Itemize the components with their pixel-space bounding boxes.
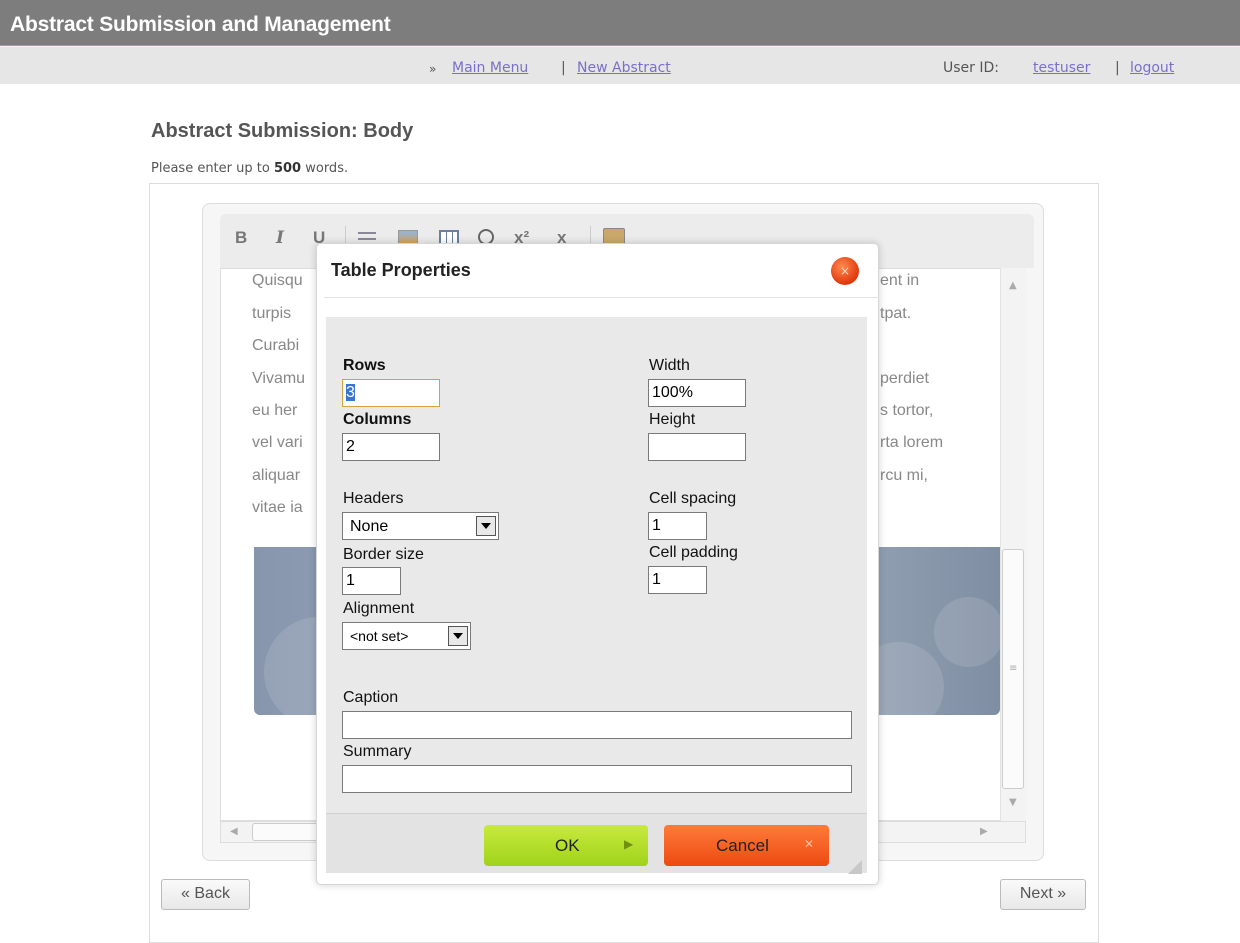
editor-text-line-right: s tortor, xyxy=(880,402,934,419)
page-title: Abstract Submission: Body xyxy=(151,120,414,142)
scroll-grip-icon: ≡ xyxy=(1009,663,1018,674)
caption-input[interactable] xyxy=(342,711,852,739)
editor-text-line-right: ent in xyxy=(880,272,920,289)
editor-text-line: turpis xyxy=(252,305,292,322)
scroll-down-icon[interactable]: ▼ xyxy=(1009,797,1017,808)
image-bubble xyxy=(934,597,1000,667)
nav-prefix: » xyxy=(429,62,437,76)
border-size-label: Border size xyxy=(343,546,424,563)
dropdown-arrow-icon[interactable] xyxy=(448,626,468,646)
ok-button[interactable]: OK ▶ xyxy=(484,825,648,866)
next-button[interactable]: Next » xyxy=(1000,879,1086,910)
cancel-button-label: Cancel xyxy=(716,836,769,855)
alignment-select[interactable]: <not set> xyxy=(342,622,471,650)
editor-text-line-right: rcu mi, xyxy=(880,467,928,484)
columns-input[interactable]: 2 xyxy=(342,433,440,461)
cell-spacing-input[interactable]: 1 xyxy=(648,512,707,540)
alignment-selected-value: <not set> xyxy=(350,628,409,644)
editor-text-line-right: tpat. xyxy=(880,305,912,322)
user-id-label: User ID: xyxy=(943,60,999,76)
instruction-suffix: words. xyxy=(305,161,349,176)
border-size-input[interactable]: 1 xyxy=(342,567,401,595)
width-input[interactable]: 100% xyxy=(648,379,746,407)
close-x-icon: ✕ xyxy=(804,837,815,851)
resize-grip-icon[interactable] xyxy=(848,860,862,874)
cell-padding-input[interactable]: 1 xyxy=(648,566,707,594)
cancel-button[interactable]: Cancel ✕ xyxy=(664,825,829,866)
editor-text-line: eu her xyxy=(252,402,298,419)
dropdown-arrow-icon[interactable] xyxy=(476,516,496,536)
close-icon[interactable]: × xyxy=(831,257,859,285)
scroll-right-icon[interactable]: ▶ xyxy=(980,826,988,837)
main-menu-link[interactable]: Main Menu xyxy=(452,60,528,76)
bold-icon[interactable]: B xyxy=(235,228,247,248)
nav-separator: | xyxy=(561,60,566,76)
width-label: Width xyxy=(649,357,690,374)
columns-label: Columns xyxy=(343,411,412,428)
ok-button-label: OK xyxy=(555,836,580,855)
back-button[interactable]: « Back xyxy=(161,879,250,910)
editor-text-line: Quisqu xyxy=(252,272,303,289)
editor-text-line: Vivamu xyxy=(252,370,306,387)
logout-link[interactable]: logout xyxy=(1130,60,1174,76)
new-abstract-link[interactable]: New Abstract xyxy=(577,60,671,76)
editor-text-line: vitae ia xyxy=(252,499,303,516)
scroll-up-icon[interactable]: ▲ xyxy=(1009,280,1017,291)
instruction-prefix: Please enter up to xyxy=(151,161,270,176)
rows-input[interactable]: 3 xyxy=(342,379,440,407)
app-title: Abstract Submission and Management xyxy=(10,13,391,36)
headers-label: Headers xyxy=(343,490,404,507)
username-link[interactable]: testuser xyxy=(1033,60,1090,76)
editor-text-line: vel vari xyxy=(252,434,303,451)
editor-text-line-right: rta lorem xyxy=(880,434,944,451)
dialog-divider xyxy=(324,297,879,298)
alignment-label: Alignment xyxy=(343,600,415,617)
editor-text-line: Curabi xyxy=(252,337,300,354)
scroll-left-icon[interactable]: ◀ xyxy=(230,826,238,837)
rows-value: 3 xyxy=(346,384,355,401)
dialog-title: Table Properties xyxy=(331,260,471,280)
headers-select[interactable]: None xyxy=(342,512,499,540)
word-limit-value: 500 xyxy=(273,161,302,176)
editor-text-line-right: perdiet xyxy=(880,370,929,387)
caption-label: Caption xyxy=(343,689,399,706)
cell-padding-label: Cell padding xyxy=(649,544,738,561)
nav-separator-2: | xyxy=(1115,60,1120,76)
play-arrow-icon: ▶ xyxy=(624,837,634,851)
summary-label: Summary xyxy=(343,743,412,760)
rows-label: Rows xyxy=(343,357,386,374)
italic-icon[interactable]: I xyxy=(276,228,284,248)
headers-selected-value: None xyxy=(350,518,389,535)
word-limit-instruction: Please enter up to 500 words. xyxy=(151,161,348,176)
height-input[interactable] xyxy=(648,433,746,461)
summary-input[interactable] xyxy=(342,765,852,793)
cell-spacing-label: Cell spacing xyxy=(649,490,737,507)
editor-text-line: aliquar xyxy=(252,467,301,484)
height-label: Height xyxy=(649,411,696,428)
